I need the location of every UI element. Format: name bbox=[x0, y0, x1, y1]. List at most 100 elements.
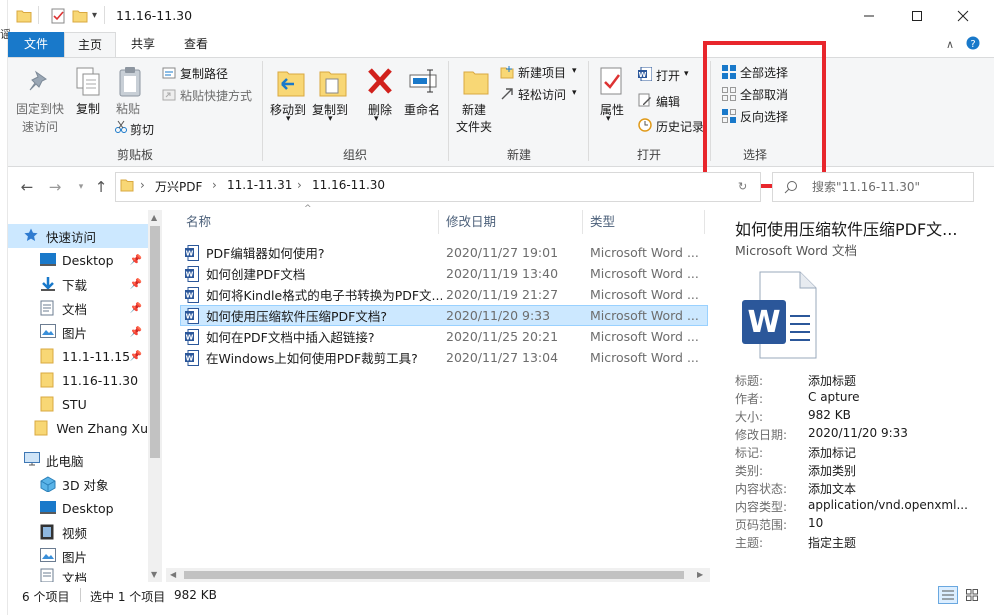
nav-folder-11-16[interactable]: 11.16-11.30 bbox=[8, 368, 148, 392]
breadcrumb-item[interactable]: 万兴PDF bbox=[155, 178, 202, 195]
pin-icon[interactable]: 📌 bbox=[130, 351, 142, 362]
tab-file[interactable]: 文件 bbox=[8, 32, 64, 57]
nav-desktop[interactable]: Desktop 📌 bbox=[8, 248, 148, 272]
nav-pc-desktop[interactable]: Desktop bbox=[8, 496, 148, 520]
column-separator[interactable] bbox=[704, 210, 705, 234]
copy-icon bbox=[74, 66, 102, 98]
paste-shortcut-button[interactable]: 粘贴快捷方式 bbox=[180, 87, 252, 104]
help-icon[interactable]: ? bbox=[966, 36, 980, 50]
nav-pc-pictures[interactable]: 图片 bbox=[8, 544, 148, 568]
copy-button[interactable]: 复制 bbox=[76, 100, 100, 117]
easy-access-button[interactable]: 轻松访问 bbox=[518, 86, 566, 103]
nav-3d-objects[interactable]: 3D 对象 bbox=[8, 472, 148, 496]
search-input[interactable]: 搜索"11.16-11.30" bbox=[812, 178, 920, 195]
pin-quick-access-label[interactable]: 固定到快 bbox=[16, 100, 64, 117]
download-icon bbox=[40, 276, 56, 292]
breadcrumb-separator-icon[interactable]: › bbox=[212, 178, 217, 192]
nav-pictures[interactable]: 图片 📌 bbox=[8, 320, 148, 344]
properties-chevron-icon[interactable]: ▾ bbox=[606, 114, 611, 124]
tab-view[interactable]: 查看 bbox=[172, 32, 220, 57]
pin-quick-access-label-2[interactable]: 速访问 bbox=[22, 118, 58, 135]
file-list-hscrollbar-thumb[interactable] bbox=[184, 571, 684, 579]
breadcrumb-item[interactable]: 11.16-11.30 bbox=[312, 178, 385, 192]
nav-folder-stu[interactable]: STU bbox=[8, 392, 148, 416]
new-folder-qat-icon[interactable] bbox=[72, 8, 88, 24]
back-arrow-icon[interactable]: ← bbox=[16, 177, 38, 197]
nav-documents[interactable]: 文档 📌 bbox=[8, 296, 148, 320]
column-header-type[interactable]: 类型 bbox=[590, 210, 615, 234]
file-row[interactable]: W 在Windows上如何使用PDF裁剪工具? 2020/11/27 13:04… bbox=[180, 347, 708, 368]
large-icons-view-button[interactable] bbox=[962, 586, 982, 604]
scroll-up-arrow-icon[interactable]: ▲ bbox=[151, 213, 157, 222]
tab-home[interactable]: 主页 bbox=[64, 32, 116, 57]
rename-button[interactable]: 重命名 bbox=[404, 101, 440, 118]
recent-locations-icon[interactable]: ▾ bbox=[70, 177, 92, 197]
history-button[interactable]: 历史记录 bbox=[656, 118, 704, 135]
edit-button[interactable]: 编辑 bbox=[656, 93, 680, 110]
properties-button[interactable]: 属性 bbox=[600, 101, 624, 118]
column-separator[interactable] bbox=[438, 210, 439, 234]
nav-folder-11-1[interactable]: 11.1-11.15 📌 bbox=[8, 344, 148, 368]
file-row-selected[interactable]: W 如何使用压缩软件压缩PDF文档? 2020/11/20 9:33 Micro… bbox=[180, 305, 708, 326]
word-document-large-icon: W bbox=[740, 270, 818, 360]
easy-access-chevron-icon[interactable]: ▾ bbox=[572, 88, 577, 98]
collapse-ribbon-icon[interactable]: ∧ bbox=[946, 38, 954, 51]
details-view-button[interactable] bbox=[938, 586, 958, 604]
breadcrumb-item[interactable]: 11.1-11.31 bbox=[227, 178, 292, 192]
nav-folder-wzx[interactable]: Wen Zhang Xu bbox=[8, 416, 148, 440]
file-row[interactable]: W 如何将Kindle格式的电子书转换为PDF文... 2020/11/19 2… bbox=[180, 284, 708, 305]
scroll-left-arrow-icon[interactable]: ◀ bbox=[170, 570, 176, 579]
scroll-right-arrow-icon[interactable]: ▶ bbox=[697, 570, 703, 579]
properties-qat-icon[interactable] bbox=[50, 8, 66, 24]
copy-to-chevron-icon[interactable]: ▾ bbox=[328, 114, 333, 124]
scroll-down-arrow-icon[interactable]: ▼ bbox=[151, 570, 157, 579]
open-button[interactable]: 打开 bbox=[656, 67, 680, 84]
forward-arrow-icon[interactable]: → bbox=[44, 177, 66, 197]
cut-button[interactable]: 剪切 bbox=[130, 121, 154, 138]
nav-pc-documents[interactable]: 文档 bbox=[8, 568, 148, 582]
pin-icon[interactable]: 📌 bbox=[130, 255, 142, 266]
property-value[interactable]: 指定主题 bbox=[808, 534, 856, 551]
new-item-chevron-icon[interactable]: ▾ bbox=[572, 66, 577, 76]
minimize-button[interactable] bbox=[846, 0, 892, 32]
pin-icon[interactable]: 📌 bbox=[130, 303, 142, 314]
file-row[interactable]: W 如何创建PDF文档 2020/11/19 13:40 Microsoft W… bbox=[180, 263, 708, 284]
delete-chevron-icon[interactable]: ▾ bbox=[374, 114, 379, 124]
pin-icon[interactable]: 📌 bbox=[130, 279, 142, 290]
new-folder-button-2[interactable]: 文件夹 bbox=[456, 118, 492, 135]
nav-quick-access[interactable]: 快速访问 bbox=[8, 224, 148, 248]
property-value[interactable]: 添加标记 bbox=[808, 444, 856, 461]
nav-item-label: 此电脑 bbox=[46, 453, 84, 469]
paste-button[interactable]: 粘贴 bbox=[116, 100, 140, 117]
move-to-chevron-icon[interactable]: ▾ bbox=[286, 114, 291, 124]
column-header-name[interactable]: 名称 bbox=[186, 210, 211, 234]
new-folder-button[interactable]: 新建 bbox=[462, 101, 486, 118]
column-separator[interactable] bbox=[582, 210, 583, 234]
documents-icon bbox=[40, 568, 56, 582]
file-row[interactable]: W 如何在PDF文档中插入超链接? 2020/11/25 20:21 Micro… bbox=[180, 326, 708, 347]
nav-downloads[interactable]: 下载 📌 bbox=[8, 272, 148, 296]
open-chevron-icon[interactable]: ▾ bbox=[684, 69, 689, 79]
copy-path-button[interactable]: 复制路径 bbox=[180, 65, 228, 82]
property-value[interactable]: C apture bbox=[808, 390, 860, 404]
nav-scrollbar-thumb[interactable] bbox=[150, 226, 160, 458]
close-button[interactable] bbox=[940, 0, 986, 32]
up-arrow-icon[interactable]: ↑ bbox=[90, 177, 112, 197]
qat-customize-icon[interactable]: ▾ bbox=[92, 10, 97, 21]
pin-icon[interactable]: 📌 bbox=[130, 327, 142, 338]
column-header-date[interactable]: 修改日期 bbox=[446, 210, 496, 234]
new-item-button[interactable]: 新建项目 bbox=[518, 64, 566, 81]
delete-button[interactable]: 删除 bbox=[368, 101, 392, 118]
property-value[interactable]: 添加类别 bbox=[808, 462, 856, 479]
property-value[interactable]: 添加标题 bbox=[808, 372, 856, 389]
maximize-button[interactable] bbox=[894, 0, 940, 32]
file-row[interactable]: W PDF编辑器如何使用? 2020/11/27 19:01 Microsoft… bbox=[180, 242, 708, 263]
breadcrumb-separator-icon[interactable]: › bbox=[297, 178, 302, 192]
rename-icon bbox=[408, 66, 438, 96]
tab-share[interactable]: 共享 bbox=[120, 32, 166, 57]
refresh-icon[interactable]: ↻ bbox=[738, 180, 747, 193]
nav-this-pc[interactable]: 此电脑 bbox=[8, 448, 148, 472]
nav-videos[interactable]: 视频 bbox=[8, 520, 148, 544]
breadcrumb-separator-icon[interactable]: › bbox=[140, 178, 145, 192]
property-value[interactable]: 添加文本 bbox=[808, 480, 856, 497]
